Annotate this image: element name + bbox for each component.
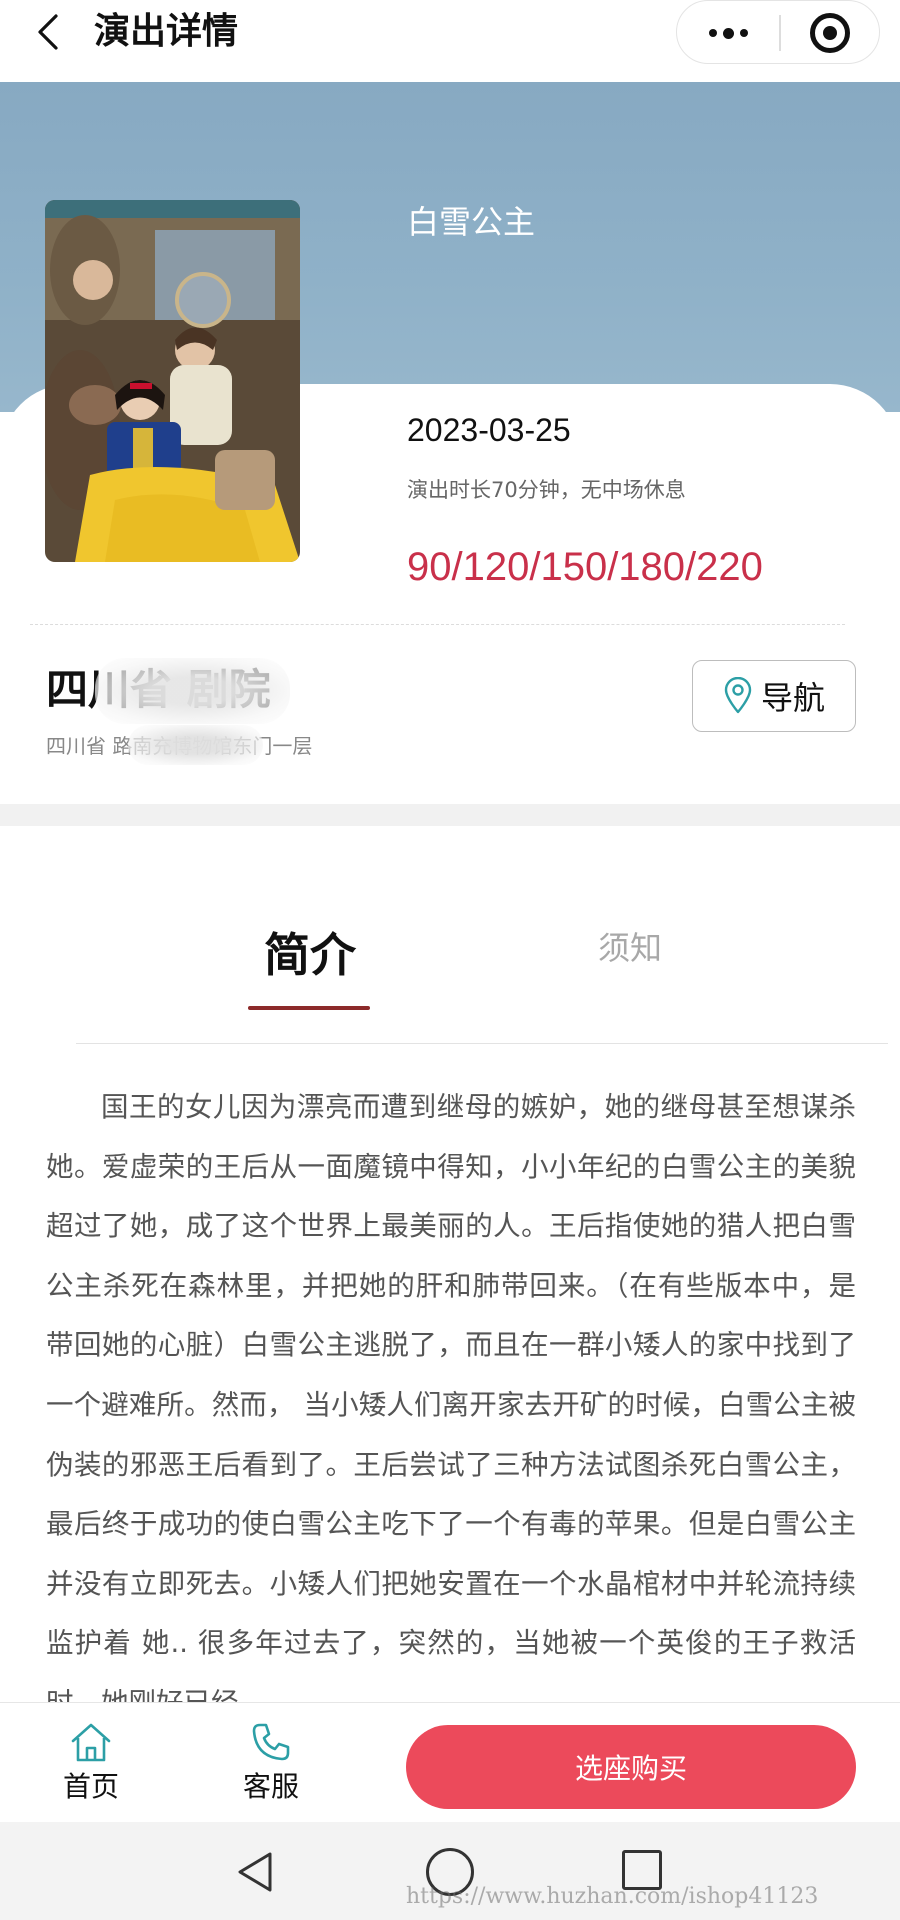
show-date: 2023-03-25 <box>407 412 571 448</box>
chevron-left-icon <box>38 14 58 50</box>
home-icon <box>71 1723 111 1762</box>
more-dots-icon <box>708 29 717 37</box>
tab-intro[interactable]: 简介 <box>248 925 372 985</box>
show-description: 国王的女儿因为漂亮而遭到继母的嫉妒，她的继母甚至想谋杀她。爱虚荣的王后从一面魔镜… <box>46 1091 856 1710</box>
close-miniapp-button[interactable] <box>779 1 881 65</box>
price-range: 90/120/150/180/220 <box>407 545 763 589</box>
dashed-divider <box>30 624 845 625</box>
top-navbar: 演出详情 <box>0 0 900 82</box>
section-gap <box>0 804 900 826</box>
location-pin-icon <box>724 677 752 714</box>
show-title: 白雪公主 <box>407 203 536 241</box>
tab-divider <box>76 1043 888 1044</box>
system-back-icon[interactable] <box>232 1848 280 1896</box>
select-seat-buy-button[interactable]: 选座购买 <box>406 1725 856 1809</box>
home-label: 首页 <box>62 1770 119 1803</box>
more-button[interactable] <box>677 1 779 65</box>
service-label: 客服 <box>242 1770 299 1803</box>
tab-notice[interactable]: 须知 <box>580 926 680 970</box>
navigate-button[interactable]: 导航 <box>692 660 856 732</box>
show-poster <box>45 200 300 562</box>
bottom-action-bar: 首页 客服 选座购买 <box>0 1702 900 1822</box>
target-close-icon <box>810 13 850 53</box>
privacy-blur <box>128 725 263 765</box>
tab-active-indicator <box>248 1006 370 1010</box>
phone-icon <box>252 1723 290 1761</box>
service-tab[interactable]: 客服 <box>234 1719 308 1805</box>
system-nav-bar: https://www.huzhan.com/ishop41123 <box>0 1822 900 1920</box>
show-duration: 演出时长70分钟，无中场休息 <box>407 478 686 502</box>
watermark: https://www.huzhan.com/ishop41123 <box>406 1884 819 1909</box>
home-tab[interactable]: 首页 <box>54 1719 128 1805</box>
page-title: 演出详情 <box>94 11 239 52</box>
page: 演出详情 白雪公主 2023-03-25 演出时长70分钟，无中场休息 90/1… <box>0 0 900 1920</box>
poster-image <box>45 200 300 562</box>
navigate-label: 导航 <box>760 679 825 717</box>
privacy-blur <box>95 658 290 724</box>
back-button[interactable] <box>28 10 68 54</box>
miniapp-capsule <box>676 0 880 64</box>
